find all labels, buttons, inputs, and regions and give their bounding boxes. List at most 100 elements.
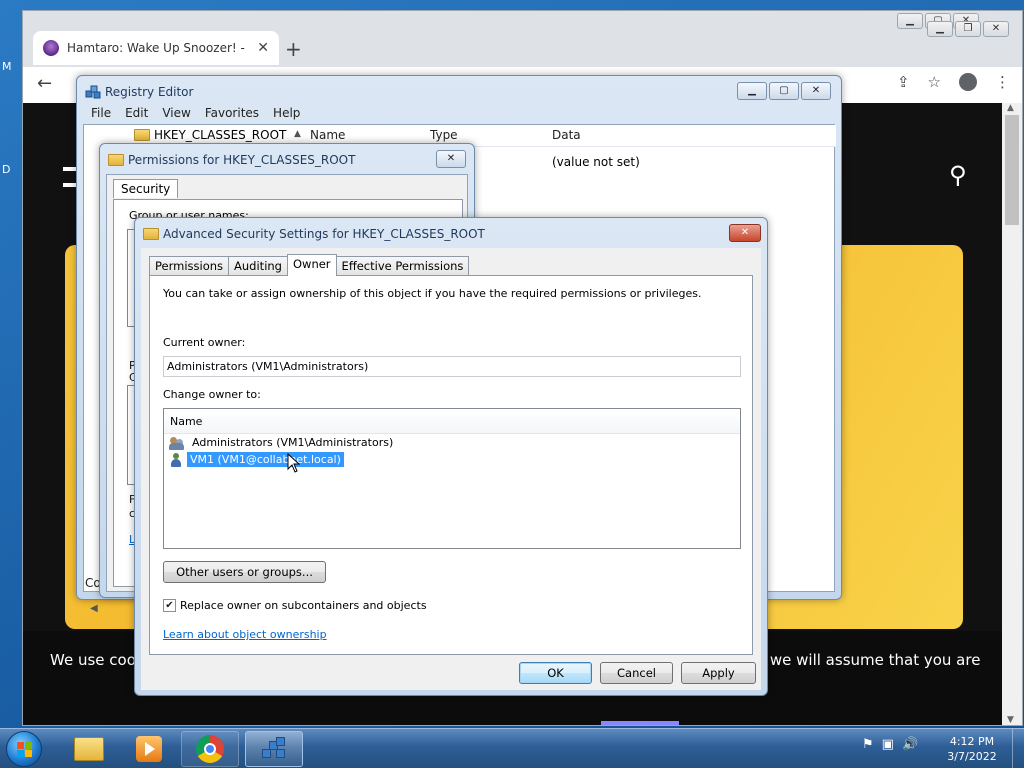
profile-avatar-icon[interactable] (959, 73, 977, 91)
tab-auditing[interactable]: Auditing (228, 256, 288, 275)
tree-scroll-up-icon[interactable]: ▲ (294, 129, 301, 139)
learn-ownership-link[interactable]: Learn about object ownership (163, 628, 327, 641)
clock-time: 4:12 PM (949, 735, 995, 748)
list-item[interactable]: Administrators (VM1\Administrators) (169, 434, 396, 451)
menu-bar: File Edit View Favorites Help (83, 106, 835, 124)
column-name[interactable]: Name (310, 128, 345, 142)
current-owner-label: Current owner: (163, 336, 246, 349)
apply-button[interactable]: Apply (681, 662, 756, 684)
folder-icon (143, 228, 159, 240)
maximize-icon[interactable]: ▢ (769, 82, 799, 100)
close-icon[interactable]: ✕ (729, 224, 761, 242)
scroll-up-icon[interactable]: ▲ (1007, 103, 1014, 113)
list-item-selected[interactable]: VM1 (VM1@collabnet.local) (169, 451, 344, 468)
registry-editor-icon (85, 85, 101, 99)
clock-date: 3/7/2022 (947, 750, 997, 763)
volume-icon[interactable]: 🔊 (902, 737, 918, 752)
folder-icon (108, 154, 124, 166)
back-arrow-icon[interactable]: ← (37, 73, 52, 94)
tree-item-hkcr[interactable]: HKEY_CLASSES_ROOT (134, 128, 286, 142)
minimize-icon[interactable]: ▁ (927, 21, 953, 37)
cookie-accept-button[interactable] (601, 721, 679, 725)
close-icon[interactable]: ✕ (801, 82, 831, 100)
dialog-title: Advanced Security Settings for HKEY_CLAS… (163, 227, 485, 241)
ok-button[interactable]: OK (519, 662, 592, 684)
action-center-flag-icon[interactable]: ⚑ (862, 737, 874, 752)
bookmark-star-icon[interactable]: ☆ (928, 73, 941, 91)
taskbar: ⚑ ▣ 🔊 4:12 PM 3/7/2022 (0, 728, 1024, 768)
tab-title: Hamtaro: Wake Up Snoozer! - Of (67, 41, 250, 55)
taskbar-item-chrome[interactable] (181, 731, 239, 767)
new-tab-button[interactable]: + (285, 37, 302, 61)
cancel-button[interactable]: Cancel (600, 662, 673, 684)
tab-security[interactable]: Security (113, 179, 179, 198)
tab-close-icon[interactable]: ✕ (257, 40, 269, 56)
cookie-text-right: te we will assume that you are (750, 651, 981, 669)
menu-edit[interactable]: Edit (125, 106, 148, 124)
current-owner-field[interactable]: Administrators (VM1\Administrators) (163, 356, 741, 377)
chrome-icon (196, 735, 224, 763)
menu-favorites[interactable]: Favorites (205, 106, 259, 124)
scroll-thumb[interactable] (1005, 115, 1019, 225)
network-icon[interactable]: ▣ (882, 737, 894, 752)
close-icon[interactable]: ✕ (436, 150, 466, 168)
change-owner-list[interactable]: Name Administrators (VM1\Administrators)… (163, 408, 741, 549)
restore-icon[interactable]: ❐ (955, 21, 981, 37)
start-button[interactable] (6, 731, 42, 767)
media-player-icon (136, 736, 162, 762)
dialog-caption-buttons: ✕ (729, 224, 761, 242)
dialog-caption-buttons: ✕ (436, 150, 466, 168)
menu-help[interactable]: Help (273, 106, 300, 124)
other-users-button[interactable]: Other users or groups... (163, 561, 326, 583)
replace-owner-option[interactable]: ✔ Replace owner on subcontainers and obj… (163, 599, 427, 612)
folder-icon (74, 737, 104, 761)
toolbar-actions: ⇪ ☆ ⋮ (897, 73, 1010, 91)
advanced-security-body: Permissions Auditing Owner Effective Per… (141, 248, 761, 690)
system-tray: ⚑ ▣ 🔊 (862, 737, 918, 752)
replace-owner-checkbox[interactable]: ✔ (163, 599, 176, 612)
menu-file[interactable]: File (91, 106, 111, 124)
share-icon[interactable]: ⇪ (897, 73, 910, 91)
page-scrollbar[interactable]: ▲ ▼ (1002, 103, 1022, 725)
advanced-security-dialog: Advanced Security Settings for HKEY_CLAS… (134, 217, 768, 696)
desktop-icon-label[interactable]: M (2, 60, 12, 73)
owner-intro-text: You can take or assign ownership of this… (163, 287, 702, 300)
kebab-menu-icon[interactable]: ⋮ (995, 73, 1010, 91)
list-item-label: VM1 (VM1@collabnet.local) (187, 452, 344, 467)
tree-scroll-left-icon[interactable]: ◀ (90, 603, 98, 614)
taskbar-item-media-player[interactable] (120, 731, 178, 767)
column-data[interactable]: Data (552, 128, 581, 142)
tab-bar: Permissions Auditing Owner Effective Per… (149, 254, 470, 276)
group-icon (169, 436, 185, 450)
tab-owner[interactable]: Owner (286, 254, 337, 276)
menu-view[interactable]: View (162, 106, 190, 124)
taskbar-item-explorer[interactable] (60, 731, 118, 767)
column-type[interactable]: Type (430, 128, 458, 142)
cookie-text-left: We use coo (50, 651, 136, 669)
change-owner-label: Change owner to: (163, 388, 261, 401)
window-title: Registry Editor (105, 85, 194, 99)
minimize-icon[interactable]: ▁ (897, 13, 923, 29)
list-column-name[interactable]: Name (164, 409, 740, 434)
value-data[interactable]: (value not set) (552, 155, 640, 169)
close-icon[interactable]: ✕ (983, 21, 1009, 37)
tab-effective-permissions[interactable]: Effective Permissions (335, 256, 470, 275)
inner-window-controls: ▁ ❐ ✕ (927, 21, 1009, 37)
hamburger-menu-icon[interactable] (63, 167, 77, 187)
minimize-icon[interactable]: ▁ (737, 82, 767, 100)
window-caption-buttons: ▁ ▢ ✕ (737, 82, 831, 100)
search-icon[interactable]: ⚲ (949, 161, 967, 189)
mouse-cursor-icon (287, 453, 301, 473)
browser-tab[interactable]: Hamtaro: Wake Up Snoozer! - Of ✕ (33, 31, 279, 65)
replace-owner-label: Replace owner on subcontainers and objec… (180, 599, 427, 612)
folder-icon (134, 129, 150, 141)
clock[interactable]: 4:12 PM 3/7/2022 (936, 734, 1008, 764)
taskbar-item-regedit[interactable] (245, 731, 303, 767)
dialog-title: Permissions for HKEY_CLASSES_ROOT (128, 153, 356, 167)
show-desktop-button[interactable] (1012, 729, 1024, 768)
registry-editor-icon (260, 735, 288, 763)
tree-item-label: HKEY_CLASSES_ROOT (154, 128, 287, 142)
tab-permissions[interactable]: Permissions (149, 256, 230, 275)
scroll-down-icon[interactable]: ▼ (1007, 715, 1014, 725)
desktop-icon-label[interactable]: D (2, 163, 10, 176)
